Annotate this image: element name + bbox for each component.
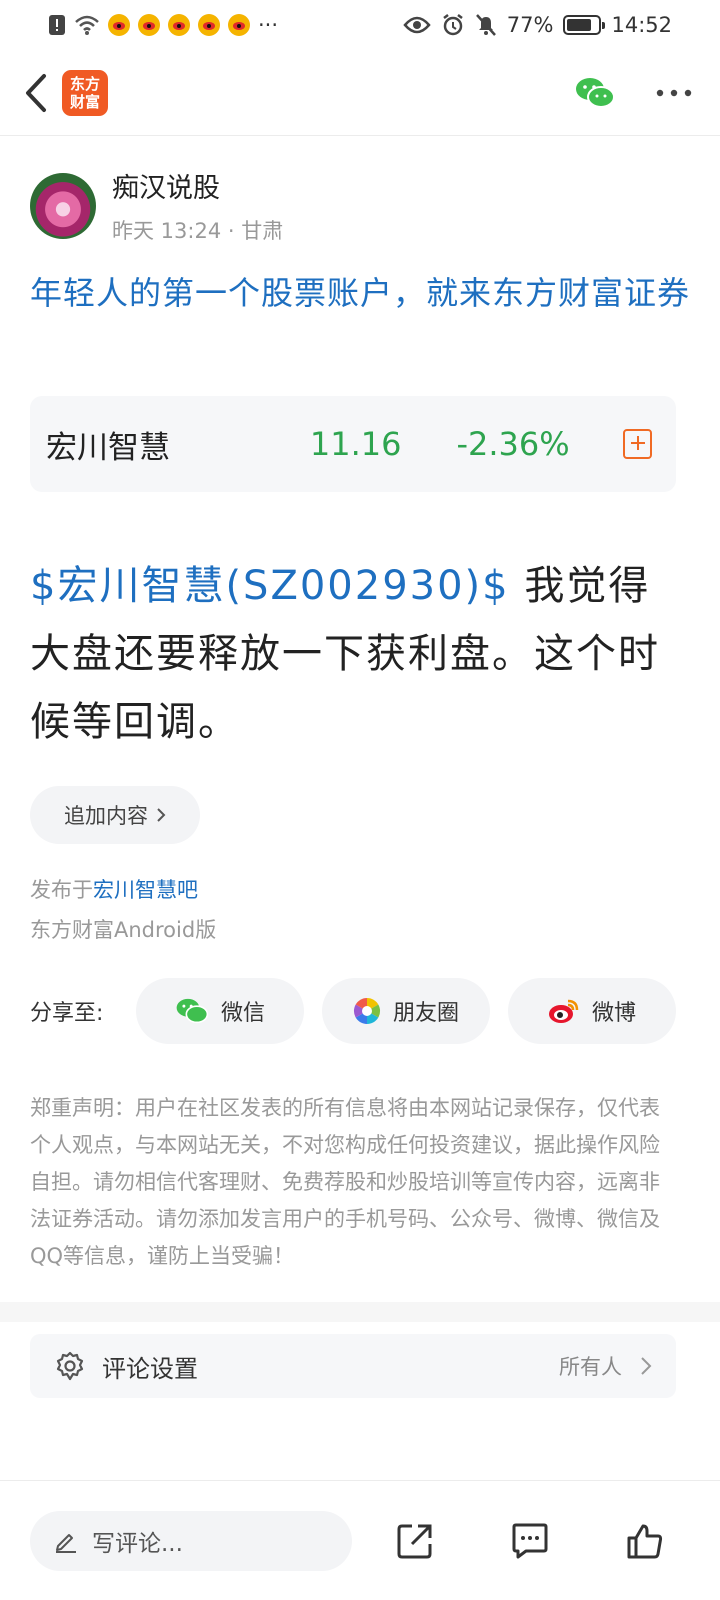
share-label: 分享至:: [30, 1001, 104, 1026]
published-prefix: 发布于: [30, 878, 93, 902]
post-meta: 昨天 13:24 · 甘肃: [112, 219, 284, 243]
platform-label: 东方财富Android版: [30, 918, 217, 942]
battery-percent: 77%: [506, 13, 554, 37]
comment-settings-label: 评论设置: [102, 1354, 198, 1383]
gear-icon: [56, 1351, 84, 1381]
append-content-label: 追加内容: [64, 804, 148, 828]
share-row: 分享至: 微信 朋友圈 微博: [30, 978, 678, 1044]
logo-text-line1: 东方: [69, 74, 100, 93]
chevron-right-icon: [157, 808, 166, 822]
wechat-share-icon[interactable]: [574, 76, 616, 110]
bottom-action-bar: 写评论...: [0, 1480, 720, 1600]
avatar[interactable]: [30, 172, 96, 239]
stock-card[interactable]: 宏川智慧 11.16 -2.36%: [30, 396, 676, 492]
disclaimer: 郑重声明：用户在社区发表的所有信息将由本网站记录保存，仅代表个人观点，与本网站无…: [30, 1096, 660, 1268]
clock: 14:52: [611, 13, 672, 37]
alarm-icon: [443, 14, 463, 36]
stock-name: 宏川智慧: [46, 429, 170, 466]
weibo-notification-icon: [168, 14, 190, 36]
share-moments-label: 朋友圈: [392, 1001, 459, 1026]
add-watchlist-icon[interactable]: [622, 429, 652, 459]
moments-icon: [353, 997, 381, 1025]
weibo-notification-icon: [108, 14, 130, 36]
chevron-right-icon: [641, 1357, 652, 1375]
thumbs-up-icon[interactable]: [626, 1522, 664, 1560]
post-body: $宏川智慧(SZ002930)$ 我觉得大盘还要释放一下获利盘。这个时候等回调。: [30, 552, 682, 756]
weibo-notification-icon: [228, 14, 250, 36]
comment-settings-value: 所有人: [559, 1355, 622, 1379]
eastmoney-logo[interactable]: 东方 财富: [62, 69, 108, 116]
battery-icon: [563, 15, 606, 35]
back-button[interactable]: [16, 65, 56, 121]
alert-icon: [49, 15, 65, 35]
comment-icon[interactable]: [510, 1522, 550, 1560]
share-wechat-button[interactable]: 微信: [136, 978, 304, 1044]
more-options-icon[interactable]: [656, 89, 692, 97]
eye-icon: [403, 16, 431, 34]
author-header[interactable]: 痴汉说股 昨天 13:24 · 甘肃: [30, 166, 283, 245]
wifi-icon: [75, 15, 99, 35]
share-weibo-button[interactable]: 微博: [508, 978, 676, 1044]
stock-change: -2.36%: [456, 425, 570, 463]
pencil-icon: [56, 1533, 76, 1553]
share-weibo-label: 微博: [591, 1001, 636, 1026]
more-notifications: ···: [258, 13, 279, 37]
share-icon[interactable]: [396, 1522, 434, 1560]
mute-bell-icon: [475, 14, 496, 36]
comment-placeholder: 写评论...: [92, 1530, 183, 1557]
weibo-notification-icon: [198, 14, 220, 36]
promo-link[interactable]: 年轻人的第一个股票账户，就来东方财富证券: [30, 268, 690, 318]
stock-bar-link[interactable]: 宏川智慧吧: [93, 878, 198, 902]
logo-text-line2: 财富: [69, 92, 100, 111]
status-bar: ··· 77% 14:52: [0, 0, 720, 50]
author-name[interactable]: 痴汉说股: [112, 166, 283, 205]
stock-price: 11.16: [309, 425, 402, 463]
weibo-icon: [548, 999, 579, 1023]
append-content-button[interactable]: 追加内容: [30, 786, 200, 844]
share-wechat-label: 微信: [220, 1001, 265, 1026]
top-nav: 东方 财富: [0, 50, 720, 136]
comment-settings-row[interactable]: 评论设置 所有人: [30, 1334, 676, 1398]
share-moments-button[interactable]: 朋友圈: [322, 978, 490, 1044]
stock-tag-link[interactable]: $宏川智慧(SZ002930)$: [30, 563, 510, 609]
wechat-icon: [176, 998, 209, 1024]
chevron-left-icon: [26, 73, 46, 112]
comment-input[interactable]: 写评论...: [30, 1510, 352, 1571]
section-divider: [0, 1302, 720, 1322]
published-in: 发布于宏川智慧吧: [30, 874, 198, 904]
weibo-notification-icon: [138, 14, 160, 36]
